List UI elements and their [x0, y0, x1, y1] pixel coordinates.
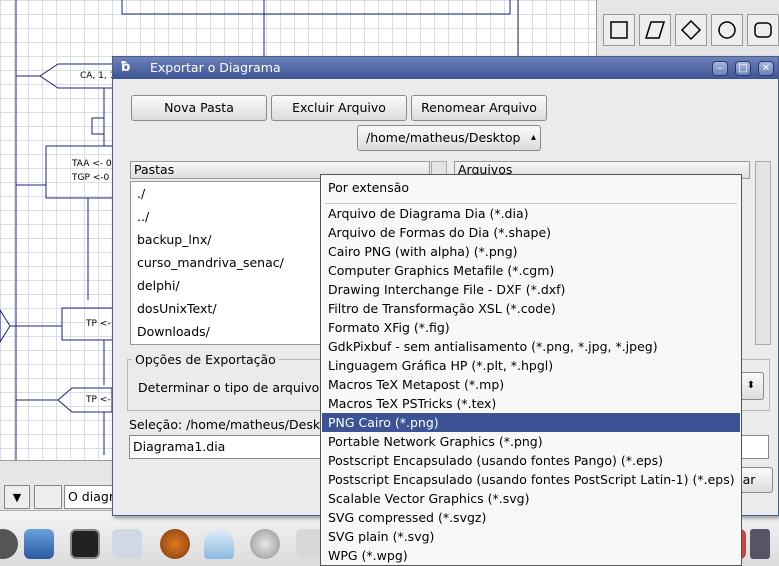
diagram-text-ca: CA, 1, 1: [80, 71, 116, 81]
save-label: ar: [742, 472, 756, 487]
close-button[interactable]: ✕: [758, 61, 774, 76]
menu-item[interactable]: Linguagem Gráfica HP (*.plt, *.hpgl): [322, 356, 740, 375]
new-folder-button[interactable]: Nova Pasta: [131, 95, 267, 121]
menu-item[interactable]: Formato XFig (*.fig): [322, 318, 740, 337]
export-options-label: Opções de Exportação: [132, 352, 279, 367]
power-icon[interactable]: [0, 529, 18, 559]
file-type-menu: Por extensão Arquivo de Diagrama Dia (*.…: [320, 174, 742, 566]
menu-item[interactable]: SVG plain (*.svg): [322, 527, 740, 546]
menu-item[interactable]: Drawing Interchange File - DXF (*.dxf): [322, 280, 740, 299]
network-icon[interactable]: [24, 529, 54, 559]
delete-file-label: Excluir Arquivo: [292, 100, 386, 115]
files-scrollbar[interactable]: [755, 161, 771, 345]
rename-file-label: Renomear Arquivo: [421, 100, 537, 115]
volume-icon[interactable]: [750, 529, 770, 559]
browser-icon[interactable]: [160, 529, 190, 559]
ellipse-shape-button[interactable]: [711, 14, 743, 46]
menu-item[interactable]: PNG Cairo (*.png): [322, 413, 740, 432]
menu-item[interactable]: Computer Graphics Metafile (*.cgm): [322, 261, 740, 280]
menu-item[interactable]: Postscript Encapsulado (usando fontes Pa…: [322, 451, 740, 470]
menu-item[interactable]: Macros TeX PSTricks (*.tex): [322, 394, 740, 413]
zoom-dropdown-button[interactable]: ▼: [4, 485, 30, 509]
menu-item[interactable]: Portable Network Graphics (*.png): [322, 432, 740, 451]
combo-arrows-icon: ▴: [530, 132, 536, 143]
menu-item[interactable]: GdkPixbuf - sem antialisamento (*.png, *…: [322, 337, 740, 356]
menu-item[interactable]: Scalable Vector Graphics (*.svg): [322, 489, 740, 508]
diagram-text-tgp: TGP <-0: [72, 173, 110, 183]
diamond-shape-icon: [680, 19, 702, 41]
cdrom-icon[interactable]: [250, 529, 280, 559]
dialog-titlebar[interactable]: ƀ Exportar o Diagrama – □ ✕: [113, 57, 778, 79]
home-icon[interactable]: [204, 529, 234, 559]
terminal-icon[interactable]: [70, 529, 100, 559]
menu-item[interactable]: SVG compressed (*.svgz): [322, 508, 740, 527]
dialog-title: Exportar o Diagrama: [150, 60, 281, 75]
box-shape-button[interactable]: [603, 14, 635, 46]
ellipse-shape-icon: [718, 21, 736, 39]
menu-item[interactable]: WPG (*.wpg): [322, 546, 740, 565]
selection-label: Seleção: /home/matheus/Deskt: [129, 417, 325, 432]
maximize-icon: □: [738, 63, 748, 74]
diagram-text-taa: TAA <- 0: [72, 159, 112, 169]
delete-file-button[interactable]: Excluir Arquivo: [271, 95, 407, 121]
snap-toggle[interactable]: [34, 485, 62, 509]
menu-item[interactable]: Filtro de Transformação XSL (*.code): [322, 299, 740, 318]
folders-header-label: Pastas: [134, 162, 175, 177]
minimize-icon: –: [717, 63, 723, 74]
games-icon[interactable]: [112, 529, 142, 559]
menu-item[interactable]: Macros TeX Metapost (*.mp): [322, 375, 740, 394]
menu-item[interactable]: Arquivo de Formas do Dia (*.shape): [322, 223, 740, 242]
new-folder-label: Nova Pasta: [164, 100, 234, 115]
path-combo[interactable]: /home/matheus/Desktop ▴: [357, 125, 541, 151]
parallelogram-shape-button[interactable]: [639, 14, 671, 46]
menu-item[interactable]: Arquivo de Diagrama Dia (*.dia): [322, 204, 740, 223]
file-type-label: Determinar o tipo de arquivo:: [138, 380, 324, 395]
triangle-down-icon: ▼: [12, 490, 22, 504]
diamond-shape-button[interactable]: [675, 14, 707, 46]
diagram-text-tp2: TP <-: [86, 395, 111, 405]
dia-app-icon: ƀ: [121, 60, 131, 75]
minimize-button[interactable]: –: [712, 61, 728, 76]
combo-arrows-icon: ⬍: [746, 380, 756, 391]
rename-file-button[interactable]: Renomear Arquivo: [411, 95, 547, 121]
path-label: /home/matheus/Desktop: [366, 130, 521, 145]
box-shape-icon: [610, 21, 628, 39]
parallelogram-shape-icon: [644, 21, 666, 39]
diagram-text-tp1: TP <-: [86, 319, 111, 329]
diagram-tab[interactable]: O diagr: [64, 485, 116, 509]
close-icon: ✕: [761, 63, 771, 74]
rounded-box-shape-icon: [754, 22, 772, 38]
menu-item[interactable]: Postscript Encapsulado (usando fontes Po…: [322, 470, 740, 489]
maximize-button[interactable]: □: [735, 61, 751, 76]
rounded-box-shape-button[interactable]: [747, 14, 779, 46]
menu-item-by-extension[interactable]: Por extensão: [322, 178, 740, 197]
menu-item[interactable]: Cairo PNG (with alpha) (*.png): [322, 242, 740, 261]
